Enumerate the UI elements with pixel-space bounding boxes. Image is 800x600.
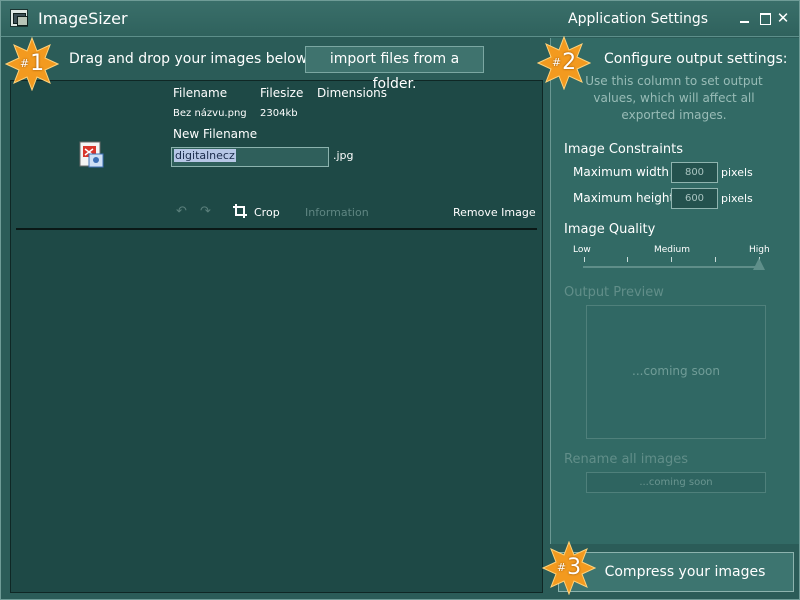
- column-header-filesize: Filesize: [260, 86, 304, 100]
- information-button[interactable]: Information: [305, 206, 369, 219]
- max-height-input[interactable]: 600: [671, 188, 718, 209]
- close-icon[interactable]: ✕: [776, 11, 790, 26]
- slider-tick: [671, 257, 672, 262]
- preview-heading: Output Preview: [564, 285, 664, 300]
- max-height-unit: pixels: [721, 192, 753, 205]
- quality-heading: Image Quality: [564, 222, 656, 237]
- crop-icon[interactable]: [232, 203, 248, 219]
- max-width-unit: pixels: [721, 166, 753, 179]
- slider-tick: [584, 257, 585, 262]
- title-bar[interactable]: ImageSizer Application Settings ✕: [1, 1, 799, 37]
- app-title: ImageSizer: [38, 9, 128, 28]
- redo-icon[interactable]: ↷: [200, 205, 214, 218]
- configure-title: Configure output settings:: [604, 51, 788, 67]
- drop-instruction: Drag and drop your images below, or: [69, 51, 331, 67]
- image-toolbar: ↶ ↷ Crop Information Remove Image: [11, 201, 542, 221]
- file-size-value: 2304kb: [260, 108, 298, 119]
- crop-button[interactable]: Crop: [254, 206, 280, 219]
- quality-high-label: High: [749, 245, 770, 255]
- max-width-label: Maximum width: [573, 165, 670, 179]
- max-height-label: Maximum height: [573, 191, 675, 205]
- import-folder-button[interactable]: import files from a folder.: [305, 46, 484, 92]
- constraints-heading: Image Constraints: [564, 142, 684, 157]
- quality-slider-thumb[interactable]: [753, 258, 765, 270]
- quality-slider[interactable]: [583, 266, 763, 268]
- document-image-icon: [77, 140, 107, 170]
- badge-number: 1: [30, 51, 45, 76]
- output-preview-box: ...coming soon: [586, 305, 766, 439]
- image-list-panel[interactable]: Filename Filesize Dimensions Bez názvu.p…: [10, 80, 543, 593]
- step-1-badge: #1: [5, 37, 59, 91]
- maximize-icon[interactable]: [758, 11, 772, 25]
- slider-tick: [627, 257, 628, 262]
- badge-number: 3: [567, 555, 582, 580]
- undo-icon[interactable]: ↶: [176, 205, 190, 218]
- slider-tick: [715, 257, 716, 262]
- quality-medium-label: Medium: [654, 245, 690, 255]
- file-extension: .jpg: [333, 149, 354, 162]
- new-filename-selection: digitalnecz: [174, 149, 236, 162]
- file-name-value: Bez názvu.png: [173, 108, 247, 119]
- badge-hash: #: [556, 561, 567, 574]
- app-window: ImageSizer Application Settings ✕ Filena…: [0, 0, 800, 600]
- new-filename-label: New Filename: [173, 127, 258, 141]
- app-icon: [10, 9, 28, 27]
- row-divider: [16, 228, 537, 230]
- step-3-badge: #3: [542, 541, 596, 595]
- rename-heading: Rename all images: [564, 452, 689, 467]
- max-width-input[interactable]: 800: [671, 162, 718, 183]
- rename-all-input: ...coming soon: [586, 472, 766, 493]
- new-filename-input[interactable]: digitalnecz: [171, 147, 329, 167]
- badge-hash: #: [551, 56, 562, 69]
- remove-image-button[interactable]: Remove Image: [453, 206, 536, 219]
- badge-number: 2: [562, 50, 577, 75]
- preview-placeholder: ...coming soon: [632, 364, 720, 378]
- step-2-badge: #2: [537, 36, 591, 90]
- quality-low-label: Low: [573, 245, 591, 255]
- settings-title: Application Settings: [568, 11, 709, 27]
- minimize-icon[interactable]: [738, 11, 752, 25]
- badge-hash: #: [19, 57, 30, 70]
- column-header-filename: Filename: [173, 86, 228, 100]
- configure-description: Use this column to set output values, wh…: [585, 74, 763, 122]
